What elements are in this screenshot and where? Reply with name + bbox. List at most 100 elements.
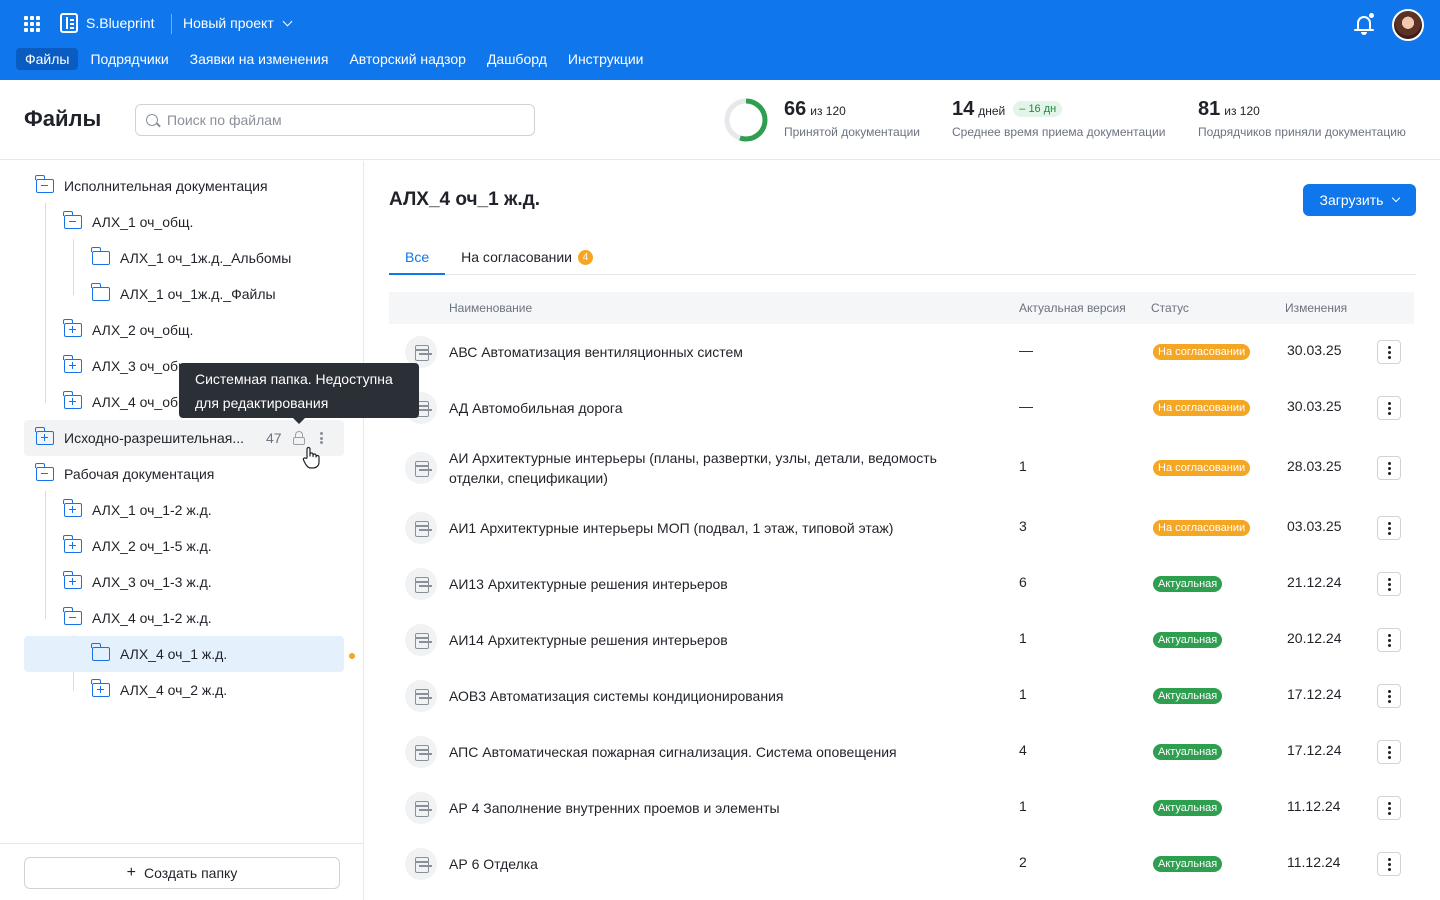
tree-item[interactable]: АЛХ_3 оч_общ. [63,348,193,384]
user-avatar[interactable] [1392,9,1424,41]
tree-item-executive-docs[interactable]: Исполнительная документация [35,168,268,204]
apps-grid-icon[interactable] [24,16,40,32]
status-badge: На согласовании [1153,520,1251,536]
stat-value: 14 [952,98,975,120]
tab-all[interactable]: Все [389,241,446,275]
row-more-button[interactable] [1377,396,1401,420]
row-version: 1 [1019,798,1027,814]
row-more-button[interactable] [1377,852,1401,876]
nav-files[interactable]: Файлы [16,48,79,70]
search-input[interactable] [167,112,507,128]
tree-item[interactable]: АЛХ_2 оч_1-5 ж.д. [63,528,212,564]
status-badge: На согласовании [1153,344,1251,360]
tree-item[interactable]: АЛХ_1 оч_1-2 ж.д. [63,492,212,528]
row-date: 03.03.25 [1287,518,1342,534]
tree-item-working-docs[interactable]: Рабочая документация [35,456,214,492]
status-badge: На согласовании [1153,400,1251,416]
create-folder-button[interactable]: + Создать папку [24,857,340,889]
tree-item-label: АЛХ_4 оч_1-2 ж.д. [92,610,212,626]
stat-accepted-docs: 66 из 120 Принятой документации [784,98,920,139]
row-more-button[interactable] [1377,340,1401,364]
nav-instructions[interactable]: Инструкции [559,48,653,70]
row-version: — [1019,342,1033,358]
main-content: АЛХ_4 оч_1 ж.д. Загрузить Все На согласо… [365,161,1440,900]
blueprint-logo-icon [60,13,78,33]
row-name: АР 6 Отделка [449,856,538,872]
tree-item[interactable]: АЛХ_1 оч_1ж.д._Файлы [91,276,276,312]
row-more-button[interactable] [1377,572,1401,596]
folder-title: АЛХ_4 оч_1 ж.д. [389,189,541,210]
notifications-bell-icon[interactable] [1354,12,1375,36]
divider [171,14,172,34]
table-row[interactable]: АОВ3 Автоматизация системы кондициониров… [389,668,1414,724]
tree-item[interactable]: АЛХ_1 оч_общ. [63,204,193,240]
tree-item-label: АЛХ_1 оч_1ж.д._Альбомы [120,250,292,266]
stat-value: 81 [1198,98,1221,120]
tree-item[interactable]: АЛХ_4 оч_1-2 ж.д. [63,600,212,636]
stat-caption: Среднее время приема документации [952,125,1166,139]
tree-item-label: АЛХ_2 оч_общ. [92,322,194,338]
tree-item[interactable]: АЛХ_4 оч_общ. [63,384,193,420]
count-badge: 4 [578,250,593,265]
tree-item[interactable]: АЛХ_2 оч_общ. [63,312,194,348]
row-more-button[interactable] [1377,456,1401,480]
tree-item[interactable]: АЛХ_4 оч_2 ж.д. [91,672,228,708]
project-selector[interactable]: Новый проект [183,15,293,31]
folder-plus-icon [63,391,82,409]
table-row[interactable]: АД Автомобильная дорога — На согласовани… [389,380,1414,436]
search-box[interactable] [135,104,535,136]
row-more-button[interactable] [1377,684,1401,708]
stat-avg-time: 14 дней – 16 дн Среднее время приема докум… [952,98,1165,139]
tree-item[interactable]: АЛХ_3 оч_1-3 ж.д. [63,564,212,600]
tab-on-approval[interactable]: На согласовании 4 [445,241,609,275]
tree-item-initial-permit-docs[interactable]: Исходно-разрешительная... 47 [24,420,344,456]
document-icon [405,624,437,656]
status-badge: Актуальная [1153,576,1223,592]
row-name: АИ14 Архитектурные решения интерьеров [449,632,728,648]
row-more-button[interactable] [1377,628,1401,652]
stat-delta-badge: – 16 дн [1013,101,1063,117]
table-row[interactable]: АИ13 Архитектурные решения интерьеров 6 … [389,556,1414,612]
hand-cursor-icon [302,446,320,469]
tree-item-selected[interactable]: АЛХ_4 оч_1 ж.д. [24,636,344,672]
upload-button[interactable]: Загрузить [1303,184,1416,216]
column-header-name[interactable]: Наименование [449,301,532,315]
status-badge: Актуальная [1153,688,1223,704]
row-date: 30.03.25 [1287,342,1342,358]
row-more-button[interactable] [1377,740,1401,764]
row-more-button[interactable] [1377,796,1401,820]
folder-plus-icon [91,679,110,697]
tree-item-label: АЛХ_4 оч_2 ж.д. [120,682,228,698]
page-header: Файлы 66из 120 Принятой документации 14д… [0,80,1440,160]
status-badge: Актуальная [1153,632,1223,648]
folder-minus-icon [63,607,82,625]
table-row[interactable]: АВС Автоматизация вентиляционных систем … [389,324,1414,380]
tooltip: Системная папка. Недоступна для редактир… [179,363,419,424]
folder-minus-icon [35,463,54,481]
lock-icon[interactable] [293,431,305,445]
brand[interactable]: S.Blueprint [60,13,154,33]
tree-item[interactable]: АЛХ_1 оч_1ж.д._Альбомы [91,240,292,276]
row-date: 17.12.24 [1287,686,1342,702]
table-row[interactable]: АИ1 Архитектурные интерьеры МОП (подвал,… [389,500,1414,556]
folder-minus-icon [63,211,82,229]
nav-change-requests[interactable]: Заявки на изменения [181,48,338,70]
folder-plus-icon [63,571,82,589]
create-folder-label: Создать папку [144,865,238,881]
folder-plus-icon [63,319,82,337]
nav-dashboard[interactable]: Дашборд [478,48,556,70]
nav-author-supervision[interactable]: Авторский надзор [340,48,474,70]
column-header-status[interactable]: Статус [1151,301,1189,315]
table-row[interactable]: АИ14 Архитектурные решения интерьеров 1 … [389,612,1414,668]
more-vertical-icon[interactable] [320,432,323,444]
column-header-version[interactable]: Актуальная версия [1019,301,1126,315]
table-row[interactable]: АР 4 Заполнение внутренних проемов и эле… [389,780,1414,836]
table-row[interactable]: АИ Архитектурные интерьеры (планы, разве… [389,436,1414,500]
column-header-changes[interactable]: Изменения [1285,301,1347,315]
tree-item-label: АЛХ_2 оч_1-5 ж.д. [92,538,212,554]
table-row[interactable]: АР 6 Отделка 2 Актуальная 11.12.24 [389,836,1414,892]
nav-contractors[interactable]: Подрядчики [81,48,177,70]
row-more-button[interactable] [1377,516,1401,540]
table-row[interactable]: АПС Автоматическая пожарная сигнализация… [389,724,1414,780]
stat-of: дней [978,104,1006,118]
